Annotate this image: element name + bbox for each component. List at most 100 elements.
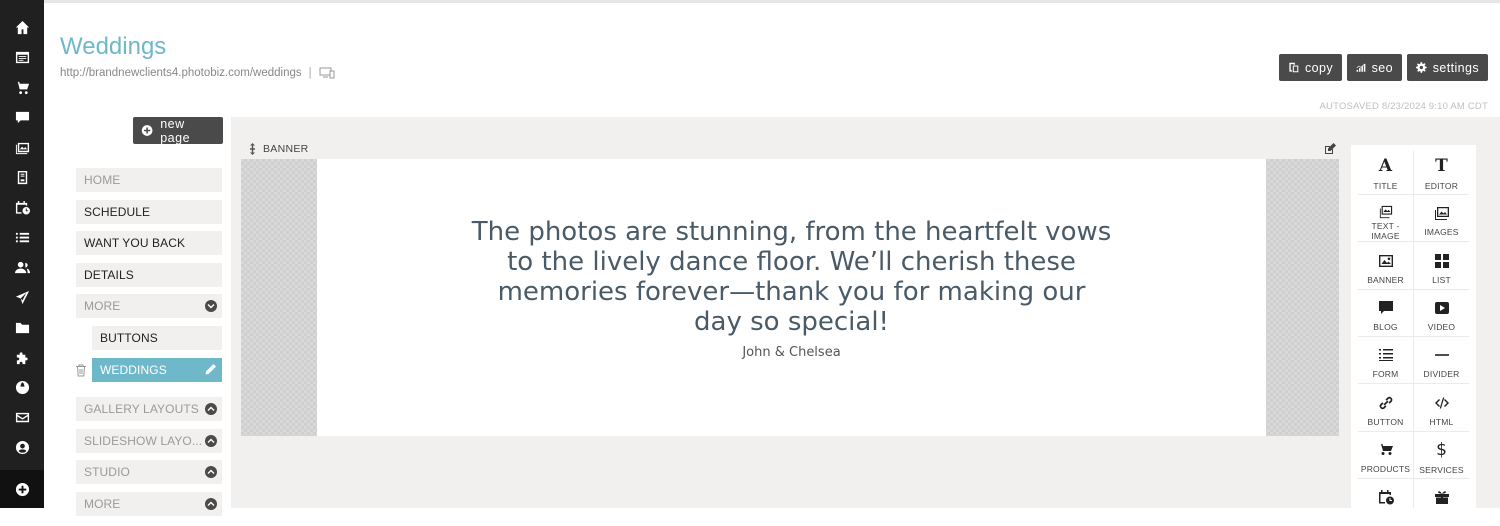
widget-divider[interactable]: DIVIDER <box>1414 340 1469 384</box>
drag-handle-icon[interactable] <box>248 143 257 155</box>
widget-button[interactable]: BUTTON <box>1358 388 1413 432</box>
edit-icon[interactable] <box>1324 143 1336 155</box>
banner-quote[interactable]: The photos are stunning, from the heartf… <box>472 217 1112 337</box>
widget-form[interactable]: FORM <box>1358 340 1413 384</box>
code-icon <box>1434 397 1449 409</box>
rail-add-area <box>0 470 44 508</box>
galleries-icon[interactable] <box>14 139 30 155</box>
widget-label: BLOG <box>1373 322 1398 332</box>
nav-item-slideshow-layouts[interactable]: SLIDESHOW LAYO... <box>76 429 222 453</box>
widget-label: VIDEO <box>1427 322 1456 332</box>
trash-icon[interactable] <box>75 364 87 377</box>
widget-calendar[interactable] <box>1358 482 1413 526</box>
nav-item-label: BUTTONS <box>100 331 158 345</box>
folder-icon[interactable] <box>14 319 30 335</box>
form-icon <box>1378 349 1393 361</box>
puzzle-icon[interactable] <box>14 349 30 365</box>
copy-label: copy <box>1304 60 1333 75</box>
widget-images[interactable]: IMAGES <box>1414 198 1469 242</box>
widget-services[interactable]: $ SERVICES <box>1414 435 1469 479</box>
nav-item-label: WANT YOU BACK <box>84 236 186 250</box>
add-circle-icon <box>141 125 153 136</box>
nav-item-label: SLIDESHOW LAYO... <box>84 434 203 448</box>
clients-icon[interactable] <box>14 259 30 275</box>
nav-item-schedule[interactable]: SCHEDULE <box>76 200 222 224</box>
account-icon[interactable] <box>14 439 30 455</box>
pages-icon[interactable] <box>14 49 30 65</box>
copy-button[interactable]: copy <box>1279 54 1342 81</box>
widget-label: BUTTON <box>1367 417 1404 427</box>
new-page-button[interactable]: new page <box>133 117 223 145</box>
nav-item-studio[interactable]: STUDIO <box>76 460 222 484</box>
link-icon <box>1379 396 1392 410</box>
nav-item-want-you-back[interactable]: WANT YOU BACK <box>76 231 222 255</box>
home-icon[interactable] <box>14 19 30 35</box>
banner-label-text: BANNER <box>263 143 309 155</box>
widget-list[interactable]: LIST <box>1414 246 1469 290</box>
editor-icon: T <box>1435 156 1448 176</box>
seo-bars-icon <box>1356 63 1366 72</box>
widget-editor[interactable]: T EDITOR <box>1414 151 1469 195</box>
chevron-up-icon[interactable] <box>205 466 217 478</box>
calendar-icon <box>1378 490 1394 505</box>
chevron-up-icon[interactable] <box>205 498 217 510</box>
nav-item-details[interactable]: DETAILS <box>76 263 222 287</box>
banner-block[interactable]: The photos are stunning, from the heartf… <box>241 159 1339 436</box>
list-icon[interactable] <box>14 229 30 245</box>
nav-item-more[interactable]: MORE <box>76 294 222 318</box>
widget-label: SERVICES <box>1419 465 1464 475</box>
devices-icon[interactable] <box>319 67 335 79</box>
nav-item-label: GALLERY LAYOUTS <box>84 402 199 416</box>
cart-icon <box>1377 444 1393 455</box>
widget-label: EDITOR <box>1424 181 1459 191</box>
seo-button[interactable]: seo <box>1347 54 1402 81</box>
page-url-row: http://brandnewclients4.photobiz.com/wed… <box>60 67 335 79</box>
widget-html[interactable]: HTML <box>1414 388 1469 432</box>
widget-label: DIVIDER <box>1423 369 1460 379</box>
page-url[interactable]: http://brandnewclients4.photobiz.com/wed… <box>60 67 302 79</box>
banner-icon <box>1378 255 1393 267</box>
banner-byline[interactable]: John & Chelsea <box>742 345 840 360</box>
nav-item-label: STUDIO <box>84 465 130 479</box>
nav-item-more-2[interactable]: MORE <box>76 492 222 516</box>
widget-label: IMAGES <box>1424 227 1459 237</box>
nav-item-home[interactable]: HOME <box>76 168 222 192</box>
widget-label: TITLE <box>1373 181 1398 191</box>
chevron-down-icon[interactable] <box>205 300 217 312</box>
add-circle-icon[interactable] <box>14 481 30 497</box>
settings-button[interactable]: settings <box>1407 54 1488 81</box>
send-icon[interactable] <box>14 289 30 305</box>
url-separator: | <box>308 67 312 79</box>
comments-icon[interactable] <box>14 109 30 125</box>
left-icon-rail <box>0 0 44 508</box>
widget-title[interactable]: A TITLE <box>1358 151 1413 195</box>
nav-item-label: SCHEDULE <box>84 205 151 219</box>
nav-item-label: WEDDINGS <box>100 363 167 377</box>
banner-content[interactable]: The photos are stunning, from the heartf… <box>317 159 1266 436</box>
nav-item-buttons[interactable]: BUTTONS <box>92 326 222 350</box>
document-icon[interactable] <box>14 169 30 185</box>
widget-label: FORM <box>1372 369 1399 379</box>
page-title: Weddings <box>60 33 167 60</box>
globe-icon[interactable] <box>14 379 30 395</box>
widget-banner[interactable]: BANNER <box>1358 246 1413 290</box>
chevron-up-icon[interactable] <box>205 403 217 415</box>
mail-icon[interactable] <box>14 409 30 425</box>
dollar-icon: $ <box>1436 440 1447 460</box>
text-image-icon <box>1379 205 1392 219</box>
divider-icon <box>1434 354 1449 356</box>
calendar-clock-icon[interactable] <box>14 199 30 215</box>
widget-products[interactable]: PRODUCTS <box>1358 435 1413 479</box>
widget-text-image[interactable]: TEXT - IMAGE <box>1358 198 1413 242</box>
widget-blog[interactable]: BLOG <box>1358 293 1413 337</box>
seo-label: seo <box>1371 60 1393 75</box>
nav-item-gallery-layouts[interactable]: GALLERY LAYOUTS <box>76 397 222 421</box>
copy-icon <box>1289 62 1299 73</box>
widget-video[interactable]: VIDEO <box>1414 293 1469 337</box>
widget-gift[interactable] <box>1414 482 1469 526</box>
nav-item-weddings[interactable]: WEDDINGS <box>92 358 222 382</box>
chevron-up-icon[interactable] <box>205 435 217 447</box>
pencil-icon[interactable] <box>204 363 217 376</box>
gear-icon <box>1416 62 1427 73</box>
store-cart-icon[interactable] <box>14 79 30 95</box>
